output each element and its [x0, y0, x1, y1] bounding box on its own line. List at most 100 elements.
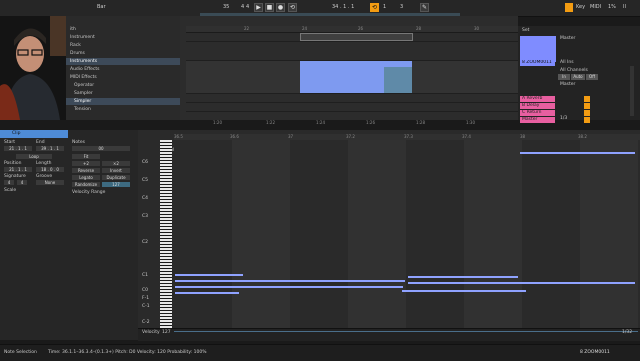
loop-length[interactable]: 3 — [400, 4, 403, 10]
browser-item[interactable]: Audio Effects — [66, 66, 180, 73]
fit-button[interactable]: Fit — [72, 154, 100, 159]
ruler-mark: 30 — [474, 26, 480, 31]
browser-item[interactable]: Drums — [66, 50, 180, 57]
position-display[interactable]: 34 . 1 . 1 — [332, 4, 354, 10]
groove-select[interactable]: None — [36, 180, 64, 185]
double-button[interactable]: ×2 — [102, 161, 130, 166]
key-map-button[interactable] — [565, 3, 573, 12]
transpose-field[interactable]: 00 — [72, 146, 130, 151]
legato-button[interactable]: Legato — [72, 175, 100, 180]
arrangement-track-lane[interactable] — [186, 42, 518, 61]
monitor-in[interactable]: In — [558, 74, 570, 80]
midi-note[interactable] — [175, 286, 403, 288]
browser-item[interactable]: MIDI Effects — [66, 74, 180, 81]
midi-label[interactable]: MIDI — [590, 4, 601, 10]
arrangement-track-lane[interactable] — [186, 94, 518, 103]
key-label[interactable]: Key — [576, 4, 585, 10]
browser-item[interactable]: Rack — [66, 42, 180, 49]
time-signature-num[interactable]: 4 — [241, 4, 244, 10]
time-ruler: 1:20 1:22 1:24 1:26 1:28 1:30 — [186, 120, 518, 128]
midi-note[interactable] — [402, 290, 526, 292]
return-activator[interactable] — [584, 103, 590, 109]
randomize-value[interactable]: 127 — [102, 182, 130, 187]
track-color-block — [520, 36, 556, 62]
return-track[interactable]: A Reverb — [520, 96, 555, 102]
presenter-photo — [0, 16, 66, 120]
tempo-display[interactable]: 35 — [223, 4, 229, 10]
volume-meter — [630, 66, 634, 116]
midi-note[interactable] — [408, 282, 520, 284]
monitor-auto[interactable]: Auto — [571, 74, 585, 80]
record-button[interactable]: ● — [276, 3, 285, 12]
browser-item[interactable]: Operator — [66, 82, 180, 89]
monitor-off[interactable]: Off — [586, 74, 598, 80]
position-field[interactable]: 21 . 1 . 1 — [4, 167, 32, 172]
length-label: Length — [36, 161, 52, 166]
plus-button[interactable]: +2 — [72, 161, 100, 166]
midi-clip-selection[interactable] — [384, 67, 412, 93]
stop-button[interactable]: ■ — [265, 3, 274, 12]
draw-mode-icon[interactable]: ✎ — [420, 3, 429, 12]
reverse-button[interactable]: Reverse — [72, 168, 100, 173]
end-field[interactable]: 39 . 1 . 1 — [36, 146, 64, 151]
return-track[interactable]: B Delay — [520, 103, 555, 109]
browser-item[interactable]: ith — [66, 26, 180, 33]
signature-num[interactable]: 4 — [4, 180, 14, 185]
signature-den[interactable]: 4 — [17, 180, 27, 185]
track-name[interactable]: 8 ZOOM0011 — [520, 60, 555, 66]
randomize-button[interactable]: Randomize — [72, 182, 100, 187]
arrangement-track-lane[interactable] — [186, 103, 518, 112]
browser-item[interactable]: Instrument — [66, 34, 180, 41]
return-track[interactable]: C Return — [520, 110, 555, 116]
loop-button[interactable]: Loop — [16, 154, 52, 159]
note-grid[interactable] — [174, 140, 640, 328]
return-activator[interactable] — [584, 96, 590, 102]
status-selection: Note Selection — [4, 350, 37, 355]
midi-note[interactable] — [175, 292, 239, 294]
start-field[interactable]: 21 . 1 . 1 — [4, 146, 32, 151]
browser-item[interactable]: Sampler — [66, 90, 180, 97]
return-activator[interactable] — [584, 117, 590, 123]
transport-bar: Bar 35 4 4 ▶ ■ ● ⟲ 34 . 1 . 1 ⟲ 1 3 ✎ Ke… — [0, 0, 640, 17]
midi-note[interactable] — [520, 282, 635, 284]
note-label: C3 — [142, 214, 149, 219]
tempo-unit: II — [623, 4, 626, 10]
invert-button[interactable]: Invert — [102, 168, 130, 173]
velocity-lane[interactable]: Velocity 127 — [138, 328, 640, 341]
midi-note[interactable] — [175, 280, 405, 282]
midi-note[interactable] — [408, 276, 518, 278]
play-button[interactable]: ▶ — [254, 3, 263, 12]
loop-start[interactable]: 1 — [383, 4, 386, 10]
ruler-mark: 36.5 — [174, 134, 183, 139]
note-label: C-1 — [142, 304, 150, 309]
loop-brace[interactable] — [300, 33, 413, 41]
ruler-mark: 36.6 — [230, 134, 239, 139]
browser-item[interactable]: Instruments — [66, 58, 180, 65]
midi-note[interactable] — [175, 274, 243, 276]
output-master[interactable]: Master — [560, 82, 575, 87]
return-activator[interactable] — [584, 110, 590, 116]
arrangement-ruler[interactable]: 22 24 26 28 30 — [186, 26, 518, 33]
return-track[interactable]: Master — [520, 117, 555, 123]
note-label: C1 — [142, 273, 149, 278]
time-signature-den[interactable]: 4 — [246, 4, 249, 10]
browser-item[interactable]: Simpler — [66, 98, 180, 105]
velocity-range-label: Velocity Range — [72, 190, 106, 195]
loop-button[interactable]: ⟲ — [370, 3, 379, 12]
duplicate-button[interactable]: Duplicate — [102, 175, 130, 180]
scale-label: Scale — [4, 188, 17, 193]
velocity-bar[interactable] — [174, 331, 638, 332]
browser-panel: ith Instrument Rack Drums Instruments Au… — [66, 16, 180, 120]
loop-toggle-icon[interactable]: ⟲ — [288, 3, 297, 12]
clip-header[interactable]: Clip — [0, 130, 68, 138]
master-out[interactable]: Master — [560, 36, 575, 41]
midi-note[interactable] — [520, 152, 635, 154]
piano-keyboard[interactable] — [160, 140, 172, 328]
length-field[interactable]: 18 . 0 . 0 — [36, 167, 64, 172]
browser-item[interactable]: Tension — [66, 106, 180, 113]
input-channel[interactable]: All Channels — [560, 68, 588, 73]
sends-fraction: 1/3 — [560, 116, 568, 121]
input-type[interactable]: All Ins — [560, 60, 574, 65]
velocity-value: 127 — [162, 330, 171, 335]
ruler-mark: 28 — [416, 26, 422, 31]
